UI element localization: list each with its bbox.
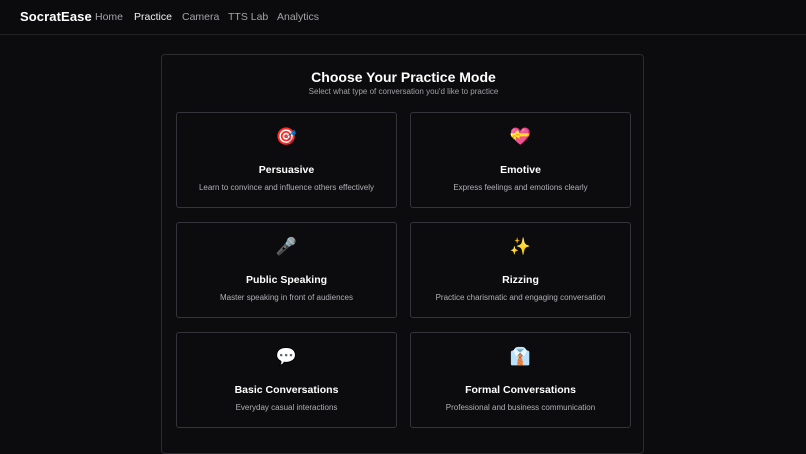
heart-gift-icon: 💝 xyxy=(509,127,532,146)
brand-logo[interactable]: SocratEase xyxy=(20,9,92,24)
mode-description: Master speaking in front of audiences xyxy=(220,293,353,302)
mode-card-rizzing[interactable]: ✨ Rizzing Practice charismatic and engag… xyxy=(410,222,631,318)
nav-analytics[interactable]: Analytics xyxy=(277,11,319,23)
speech-bubble-icon: 💬 xyxy=(275,347,298,366)
nav-home[interactable]: Home xyxy=(95,11,123,23)
practice-mode-panel: Choose Your Practice Mode Select what ty… xyxy=(161,54,644,454)
microphone-icon: 🎤 xyxy=(275,237,298,256)
mode-title: Rizzing xyxy=(502,274,539,286)
mode-title: Formal Conversations xyxy=(465,384,576,396)
mode-card-formal-conversations[interactable]: 👔 Formal Conversations Professional and … xyxy=(410,332,631,428)
mode-card-basic-conversations[interactable]: 💬 Basic Conversations Everyday casual in… xyxy=(176,332,397,428)
mode-card-public-speaking[interactable]: 🎤 Public Speaking Master speaking in fro… xyxy=(176,222,397,318)
page-subtitle: Select what type of conversation you'd l… xyxy=(308,87,499,96)
mode-description: Everyday casual interactions xyxy=(235,403,338,412)
mode-title: Basic Conversations xyxy=(234,384,339,396)
mode-description: Learn to convince and influence others e… xyxy=(198,183,375,192)
mode-description: Express feelings and emotions clearly xyxy=(453,183,588,192)
nav-camera[interactable]: Camera xyxy=(182,11,219,23)
mode-description: Professional and business communication xyxy=(445,403,596,412)
mode-title: Persuasive xyxy=(258,164,315,176)
necktie-shirt-icon: 👔 xyxy=(509,347,532,366)
mode-title: Public Speaking xyxy=(245,274,328,286)
sparkles-icon: ✨ xyxy=(509,237,532,256)
top-navbar: SocratEase Home Practice Camera TTS Lab … xyxy=(0,0,806,35)
nav-tts-lab[interactable]: TTS Lab xyxy=(228,11,268,23)
mode-card-emotive[interactable]: 💝 Emotive Express feelings and emotions … xyxy=(410,112,631,208)
nav-practice[interactable]: Practice xyxy=(134,11,172,23)
mode-title: Emotive xyxy=(500,164,541,176)
mode-description: Practice charismatic and engaging conver… xyxy=(435,293,606,302)
target-icon: 🎯 xyxy=(275,127,298,146)
page-title: Choose Your Practice Mode xyxy=(311,69,496,85)
mode-card-persuasive[interactable]: 🎯 Persuasive Learn to convince and influ… xyxy=(176,112,397,208)
